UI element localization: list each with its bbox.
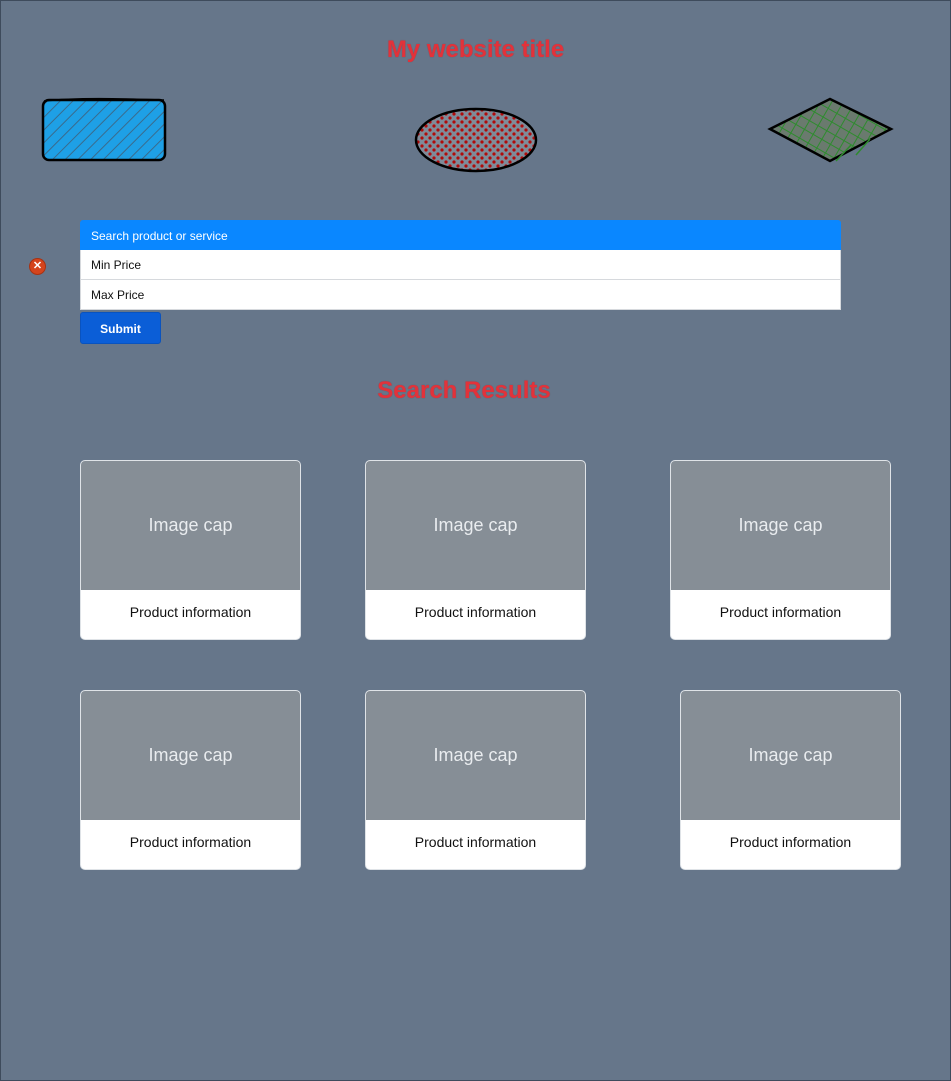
product-card[interactable]: Image cap Product information [80,460,301,640]
min-price-field[interactable]: Min Price [80,250,841,280]
image-cap: Image cap [681,691,900,820]
product-card[interactable]: Image cap Product information [680,690,901,870]
product-info: Product information [129,834,252,850]
product-info: Product information [414,604,537,620]
max-price-field[interactable]: Max Price [80,280,841,310]
image-cap: Image cap [81,691,300,820]
product-info: Product information [729,834,852,850]
page-title: My website title [386,36,565,63]
crosshatched-diamond-shape [767,97,894,163]
product-card[interactable]: Image cap Product information [365,460,586,640]
product-card[interactable]: Image cap Product information [365,690,586,870]
product-info: Product information [129,604,252,620]
dotted-ellipse-shape [414,107,538,173]
search-results-title: Search Results [377,377,551,404]
product-card[interactable]: Image cap Product information [80,690,301,870]
image-cap: Image cap [366,691,585,820]
product-card[interactable]: Image cap Product information [670,460,891,640]
image-cap: Image cap [366,461,585,590]
image-cap: Image cap [671,461,890,590]
close-icon[interactable]: ✕ [30,259,45,274]
search-product-field[interactable]: Search product or service [80,220,841,250]
product-info: Product information [414,834,537,850]
product-info: Product information [719,604,842,620]
submit-button[interactable]: Submit [80,312,161,344]
image-cap: Image cap [81,461,300,590]
search-form: Search product or service Min Price Max … [80,220,841,310]
hatched-rectangle-shape [41,97,167,162]
